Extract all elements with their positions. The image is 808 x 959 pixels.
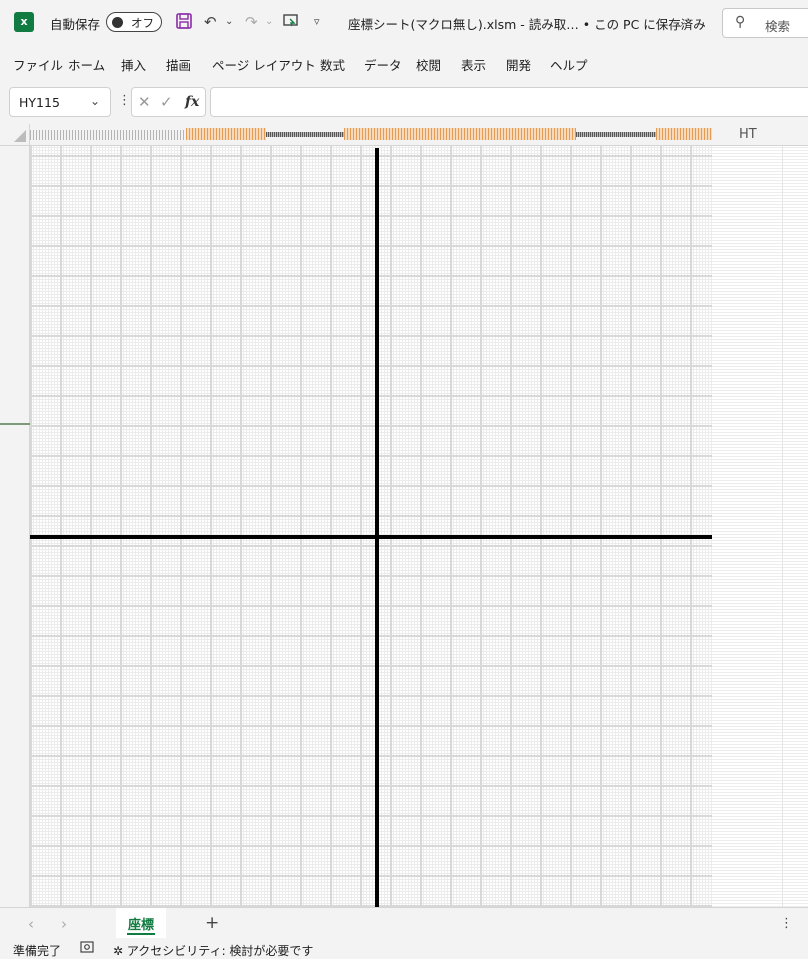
- sheet-tab-label: 座標: [127, 918, 154, 933]
- undo-icon[interactable]: ↶: [204, 12, 217, 32]
- autosave-state: オフ: [131, 16, 154, 30]
- column-header-ticks: [266, 132, 344, 137]
- sheet-tab-active[interactable]: 座標: [116, 908, 166, 938]
- tab-help[interactable]: ヘルプ: [550, 55, 588, 74]
- tab-data[interactable]: データ: [364, 55, 402, 74]
- formula-bar: HY115 ⌄ ⋮ ✕ ✓ fx: [0, 82, 808, 122]
- customize-qat-icon[interactable]: ▿: [314, 12, 320, 32]
- presentation-icon[interactable]: [282, 12, 300, 32]
- selected-column-ticks: [186, 128, 266, 140]
- name-box-value: HY115: [19, 95, 60, 110]
- tab-formulas[interactable]: 数式: [320, 55, 345, 74]
- more-options-icon[interactable]: ⋮: [780, 916, 793, 931]
- tab-page-layout[interactable]: ページ レイアウト: [212, 55, 316, 74]
- search-box[interactable]: ⚲ 検索: [722, 8, 808, 38]
- coordinate-grid[interactable]: [30, 146, 712, 907]
- next-sheet-icon[interactable]: ›: [61, 915, 67, 933]
- selected-column-ticks: [656, 128, 712, 140]
- name-box[interactable]: HY115 ⌄: [9, 87, 111, 117]
- select-all-button[interactable]: [0, 124, 30, 146]
- save-icon[interactable]: [175, 12, 193, 32]
- status-bar: 準備完了 ✲ アクセシビリティ: 検討が必要です: [0, 940, 808, 958]
- add-sheet-button[interactable]: +: [205, 913, 219, 933]
- active-row-marker: [0, 423, 30, 425]
- undo-dropdown-icon[interactable]: ⌄: [225, 12, 233, 32]
- column-header-ticks: [30, 130, 186, 140]
- column-label-ht[interactable]: HT: [739, 127, 757, 142]
- sheet-tab-bar: ‹ › 座標 + ⋮: [0, 907, 808, 940]
- tab-insert[interactable]: 挿入: [121, 55, 146, 74]
- document-title[interactable]: 座標シート(マクロ無し).xlsm - 読み取… • この PC に保存済み: [348, 14, 706, 33]
- empty-cells[interactable]: [712, 146, 808, 907]
- tab-view[interactable]: 表示: [461, 55, 486, 74]
- accessibility-icon: ✲: [113, 944, 124, 958]
- selected-column-ticks: [344, 128, 576, 140]
- y-axis-line: [375, 148, 379, 907]
- status-ready: 準備完了: [13, 944, 62, 958]
- ribbon-tabs: ファイル ホーム 挿入 描画 ページ レイアウト 数式 データ 校閲 表示 開発…: [0, 50, 808, 78]
- search-icon: ⚲: [735, 14, 746, 30]
- tab-file[interactable]: ファイル: [13, 55, 63, 74]
- select-all-triangle-icon: [14, 130, 26, 142]
- tab-developer[interactable]: 開発: [506, 55, 531, 74]
- title-bar: x 自動保存 オフ ↶ ⌄ ↷ ⌄ ▿ 座標シート(マクロ無し).xlsm - …: [0, 0, 808, 46]
- accessibility-status[interactable]: ✲ アクセシビリティ: 検討が必要です: [113, 942, 313, 959]
- chevron-down-icon[interactable]: ⌵: [676, 13, 685, 33]
- autosave-toggle[interactable]: オフ: [106, 12, 162, 32]
- enter-icon[interactable]: ✓: [160, 93, 173, 111]
- macro-record-icon[interactable]: [80, 941, 94, 956]
- formula-buttons: ✕ ✓ fx: [131, 87, 206, 117]
- prev-sheet-icon[interactable]: ‹: [28, 915, 34, 933]
- row-header[interactable]: [0, 146, 30, 907]
- redo-icon[interactable]: ↷: [245, 12, 258, 32]
- tab-review[interactable]: 校閲: [416, 55, 441, 74]
- redo-dropdown-icon[interactable]: ⌄: [265, 12, 273, 32]
- cancel-icon[interactable]: ✕: [138, 93, 151, 111]
- tab-home[interactable]: ホーム: [68, 55, 105, 74]
- autosave-label: 自動保存: [50, 17, 101, 32]
- toggle-knob: [112, 17, 123, 28]
- excel-logo-icon: x: [14, 12, 34, 32]
- formula-input[interactable]: [210, 87, 808, 117]
- chevron-down-icon[interactable]: ⌄: [90, 94, 100, 108]
- tab-draw[interactable]: 描画: [166, 55, 191, 74]
- x-axis-line: [30, 535, 712, 539]
- column-header-ticks: [576, 132, 656, 137]
- worksheet: HT: [0, 124, 808, 907]
- accessibility-label: アクセシビリティ: 検討が必要です: [126, 944, 314, 958]
- insert-function-icon[interactable]: fx: [185, 94, 199, 110]
- more-options-icon[interactable]: ⋮: [118, 93, 131, 108]
- active-tab-underline: [127, 933, 155, 935]
- search-placeholder: 検索: [765, 19, 791, 34]
- column-header[interactable]: HT: [30, 124, 808, 146]
